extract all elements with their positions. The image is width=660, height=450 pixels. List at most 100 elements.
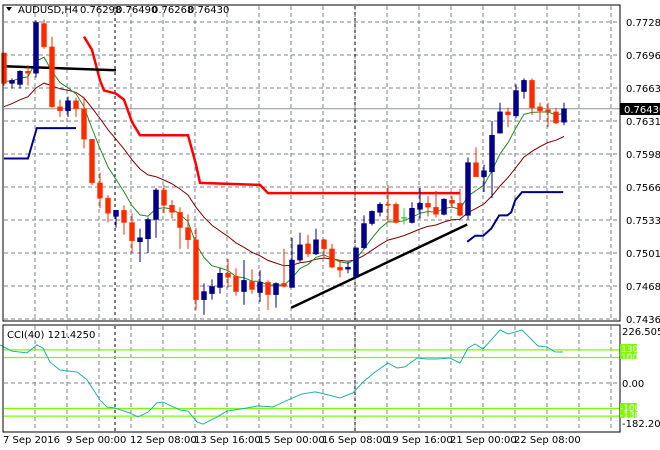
candle-body xyxy=(353,247,359,278)
chart-header: AUDUSD,H4 0.76298 0.76490 0.76268 0.7643… xyxy=(6,5,229,16)
price-tick: 0.76635 xyxy=(626,84,660,95)
candle-body xyxy=(105,197,111,214)
candle-body xyxy=(177,212,183,228)
price-tick: 0.76310 xyxy=(626,117,660,128)
candle-body xyxy=(425,202,431,208)
candle-body xyxy=(9,80,15,84)
candle-body xyxy=(233,276,239,292)
candle xyxy=(369,210,375,226)
cci-zero-label: 0.00 xyxy=(622,379,644,390)
candle xyxy=(33,20,39,78)
candle xyxy=(353,247,359,278)
price-tick: 0.77285 xyxy=(626,18,660,29)
candle xyxy=(393,202,399,224)
candle-body xyxy=(433,207,439,215)
candle-body xyxy=(321,239,327,250)
candle-body xyxy=(281,283,287,287)
candle-body xyxy=(369,211,375,224)
candle-body xyxy=(553,111,559,124)
time-tick: 22 Sep 08:00 xyxy=(514,435,581,446)
price-tick: 0.76960 xyxy=(626,51,660,62)
candle-body xyxy=(65,100,71,112)
symbol-label: AUDUSD,H4 xyxy=(18,5,78,16)
time-axis: 7 Sep 2016 9 Sep 00:00 12 Sep 08:00 13 S… xyxy=(3,435,581,446)
time-tick: 7 Sep 2016 xyxy=(3,435,60,446)
candle-body xyxy=(481,170,487,178)
candle-body xyxy=(225,273,231,278)
time-tick: 16 Sep 08:00 xyxy=(322,435,389,446)
candle-body xyxy=(273,283,279,295)
candle-body xyxy=(41,23,47,48)
cci-level-label: 100 xyxy=(621,353,638,363)
candle-body xyxy=(257,282,263,293)
candle-body xyxy=(17,70,23,85)
candle-body xyxy=(1,52,7,84)
price-tick: 0.75985 xyxy=(626,150,660,161)
trading-chart[interactable]: AUDUSD,H4 0.76298 0.76490 0.76268 0.7643… xyxy=(0,0,660,450)
candle xyxy=(1,52,7,86)
candle-body xyxy=(361,223,367,249)
candle-body xyxy=(417,202,423,210)
candle-body xyxy=(161,189,167,206)
candle xyxy=(49,36,55,108)
candle-body xyxy=(25,70,31,74)
candle-body xyxy=(313,239,319,255)
candle-body xyxy=(97,182,103,199)
candle-body xyxy=(449,199,455,204)
candle-body xyxy=(121,210,127,223)
candle-body xyxy=(73,100,79,110)
candle-body xyxy=(265,282,271,295)
time-tick: 13 Sep 16:00 xyxy=(194,435,261,446)
candle-body xyxy=(529,80,535,109)
candle-body xyxy=(33,22,39,74)
candle-body xyxy=(129,222,135,242)
candle-body xyxy=(545,109,551,113)
candle-body xyxy=(505,111,511,116)
candle-body xyxy=(217,273,223,288)
price-tick: 0.75010 xyxy=(626,249,660,260)
candle-body xyxy=(521,80,527,92)
price-tick: 0.74360 xyxy=(626,315,660,326)
price-tick: 0.75335 xyxy=(626,216,660,227)
candle-body xyxy=(185,227,191,241)
candle-body xyxy=(193,239,199,300)
candle-body xyxy=(561,108,567,123)
time-tick: 21 Sep 00:00 xyxy=(450,435,517,446)
candle-body xyxy=(457,202,463,216)
cci-level-label: -130 xyxy=(620,411,641,421)
candle-body xyxy=(401,217,407,219)
candle xyxy=(441,198,447,216)
candle-body xyxy=(489,134,495,172)
candle-body xyxy=(201,291,207,300)
cci-title: CCI(40) 121.4250 xyxy=(7,330,95,341)
candle-body xyxy=(377,203,383,213)
candle-body xyxy=(409,208,415,223)
candle-body xyxy=(337,266,343,271)
candle-body xyxy=(137,237,143,243)
candle-body xyxy=(241,280,247,292)
candle-body xyxy=(473,162,479,178)
candle-body xyxy=(305,243,311,255)
candle-body xyxy=(289,259,295,288)
candle-body xyxy=(329,248,335,268)
candle-body xyxy=(497,111,503,134)
candle-body xyxy=(345,266,351,270)
candle-body xyxy=(169,204,175,213)
candle xyxy=(465,157,471,220)
price-tick: 0.75660 xyxy=(626,183,660,194)
candle-body xyxy=(441,198,447,215)
time-tick: 15 Sep 00:00 xyxy=(258,435,325,446)
time-tick: 19 Sep 16:00 xyxy=(386,435,453,446)
price-tick: 0.74685 xyxy=(626,282,660,293)
candle-body xyxy=(393,203,399,223)
candle-body xyxy=(249,281,255,290)
candle xyxy=(41,19,47,49)
candle-body xyxy=(209,286,215,294)
current-price-label: 0.76430 xyxy=(624,105,660,116)
time-tick: 9 Sep 00:00 xyxy=(66,435,126,446)
cci-max-label: 226.5054 xyxy=(622,327,660,338)
candle-body xyxy=(57,106,63,112)
candle-body xyxy=(513,90,519,117)
candle-body xyxy=(153,189,159,220)
close-value: 0.76430 xyxy=(188,5,229,16)
